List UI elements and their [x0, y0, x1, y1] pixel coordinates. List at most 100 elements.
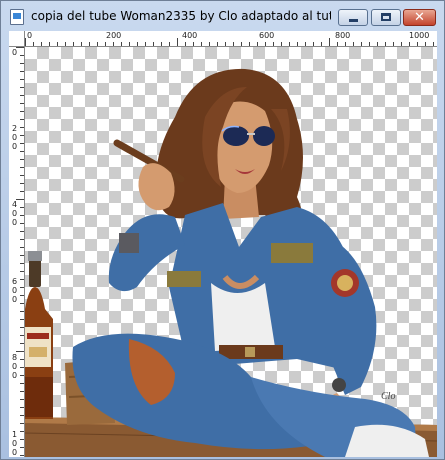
ruler-tick — [105, 42, 106, 46]
ruler-tick — [20, 111, 24, 112]
ruler-tick — [20, 391, 24, 392]
ruler-tick — [20, 87, 24, 88]
ruler-tick — [137, 42, 138, 46]
minimize-icon — [349, 19, 358, 22]
ruler-label: 0 — [11, 133, 18, 142]
ruler-tick — [129, 42, 130, 46]
woman-tube-image — [25, 68, 437, 457]
ruler-tick — [81, 42, 82, 46]
ruler-tick — [20, 399, 24, 400]
ruler-tick — [20, 327, 24, 328]
ruler-corner — [9, 31, 25, 47]
ruler-tick — [153, 42, 154, 46]
ruler-label: 0 — [11, 362, 18, 371]
ruler-tick — [20, 231, 24, 232]
ruler-tick — [16, 199, 24, 200]
ruler-tick — [201, 42, 202, 46]
ruler-label: 0 — [11, 448, 18, 457]
ruler-tick — [49, 42, 50, 46]
ruler-tick — [345, 42, 346, 46]
ruler-tick — [20, 279, 24, 280]
maximize-button[interactable] — [371, 9, 401, 26]
ruler-label: 0 — [11, 295, 18, 304]
horizontal-ruler[interactable]: 0 200 400 600 800 1000 — [25, 31, 437, 47]
ruler-tick — [313, 42, 314, 46]
ruler-label: 200 — [106, 31, 122, 40]
ruler-tick — [20, 447, 24, 448]
ruler-tick — [41, 42, 42, 46]
ruler-tick — [20, 223, 24, 224]
ruler-label: 600 — [259, 31, 275, 40]
ruler-tick — [20, 175, 24, 176]
ruler-tick — [20, 183, 24, 184]
ruler-tick — [177, 38, 178, 46]
ruler-label: 4 — [11, 200, 18, 209]
ruler-tick — [20, 159, 24, 160]
ruler-tick — [409, 42, 410, 46]
ruler-tick — [20, 143, 24, 144]
ruler-label: 0 — [27, 31, 33, 40]
ruler-tick — [20, 63, 24, 64]
ruler-tick — [425, 42, 426, 46]
ruler-tick — [417, 42, 418, 46]
white-top — [211, 283, 275, 351]
ruler-tick — [20, 135, 24, 136]
ruler-tick — [20, 383, 24, 384]
ruler-label: 0 — [11, 371, 18, 380]
ruler-label: 0 — [11, 218, 18, 227]
ruler-tick — [20, 311, 24, 312]
close-icon: ✕ — [414, 10, 425, 25]
ruler-label: 1000 — [409, 31, 430, 40]
ruler-tick — [353, 42, 354, 46]
ruler-tick — [20, 79, 24, 80]
ruler-tick — [20, 439, 24, 440]
ruler-label: 1 — [11, 430, 18, 439]
ruler-tick — [20, 415, 24, 416]
image-canvas[interactable]: Clo — [25, 47, 437, 457]
ruler-tick — [433, 42, 434, 46]
ruler-tick — [20, 319, 24, 320]
document-icon — [10, 9, 24, 25]
ruler-tick — [97, 42, 98, 46]
close-button[interactable]: ✕ — [403, 9, 436, 26]
ruler-tick — [20, 431, 24, 432]
ruler-tick — [209, 42, 210, 46]
ruler-tick — [16, 47, 24, 48]
ruler-tick — [185, 42, 186, 46]
ruler-tick — [265, 42, 266, 46]
watermark-text: Clo — [381, 391, 396, 402]
ruler-tick — [20, 127, 24, 128]
ruler-tick — [233, 42, 234, 46]
ruler-tick — [241, 42, 242, 46]
ruler-tick — [16, 351, 24, 352]
ruler-tick — [193, 42, 194, 46]
ruler-tick — [89, 42, 90, 46]
ruler-tick — [337, 42, 338, 46]
ruler-label: 0 — [11, 286, 18, 295]
ruler-label: 0 — [11, 48, 18, 57]
ruler-tick — [401, 42, 402, 46]
ruler-tick — [329, 38, 330, 46]
patch — [271, 243, 313, 263]
ruler-tick — [369, 42, 370, 46]
ruler-tick — [20, 343, 24, 344]
ruler-tick — [20, 55, 24, 56]
ruler-label: 0 — [11, 142, 18, 151]
document-client-area: 0 200 400 600 800 1000 0 2 0 0 4 0 0 6 0… — [9, 31, 437, 457]
patch — [167, 271, 201, 287]
ruler-tick — [73, 42, 74, 46]
ruler-tick — [20, 423, 24, 424]
ruler-tick — [57, 42, 58, 46]
ruler-tick — [169, 42, 170, 46]
ruler-tick — [20, 335, 24, 336]
ruler-tick — [305, 42, 306, 46]
ruler-tick — [273, 42, 274, 46]
ruler-tick — [289, 42, 290, 46]
window-title: copia del tube Woman2335 by Clo adaptado… — [31, 9, 331, 23]
title-bar[interactable]: copia del tube Woman2335 by Clo adaptado… — [1, 1, 444, 31]
vertical-ruler[interactable]: 0 2 0 0 4 0 0 6 0 0 8 0 0 1 0 0 — [9, 47, 25, 457]
ruler-tick — [145, 42, 146, 46]
minimize-button[interactable] — [338, 9, 368, 26]
ruler-tick — [20, 375, 24, 376]
ruler-tick — [249, 42, 250, 46]
